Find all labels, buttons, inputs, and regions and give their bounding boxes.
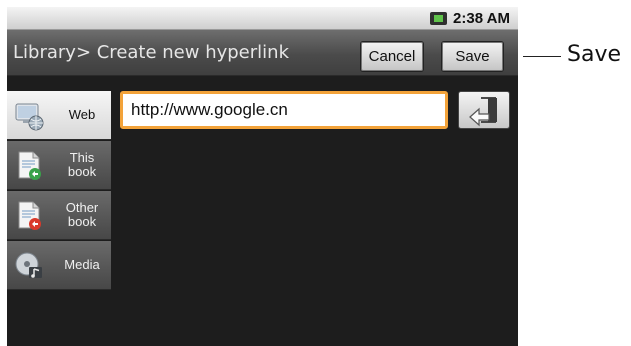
tab-other-book-label: Other book [65, 200, 99, 229]
tab-this-book-label: This book [67, 150, 97, 179]
tab-web[interactable]: Web [7, 91, 111, 140]
tab-other-book[interactable]: Other book [7, 191, 111, 240]
tab-web-label: Web [68, 107, 96, 122]
media-icon [15, 252, 42, 278]
cancel-button[interactable]: Cancel [360, 41, 424, 72]
title-bar: Library> Create new hyperlink Cancel Sav… [7, 30, 518, 76]
callout-label: Save [567, 42, 622, 67]
device-screen: 2:38 AM Library> Create new hyperlink Ca… [7, 7, 518, 346]
url-input[interactable] [120, 91, 448, 129]
page-title: Library> Create new hyperlink [13, 42, 289, 63]
other-book-icon [18, 201, 41, 230]
link-type-tabs: Web This book Other book Media [7, 91, 111, 291]
status-bar: 2:38 AM [7, 7, 518, 30]
battery-icon [430, 11, 448, 25]
link-arrow-icon [469, 97, 497, 127]
save-button[interactable]: Save [441, 41, 504, 72]
status-time: 2:38 AM [453, 9, 510, 27]
callout-line [523, 56, 561, 57]
tab-media[interactable]: Media [7, 241, 111, 290]
this-book-icon [18, 151, 41, 180]
tab-media-label: Media [64, 257, 100, 272]
tab-this-book[interactable]: This book [7, 141, 111, 190]
web-icon [15, 103, 44, 131]
insert-link-button[interactable] [458, 91, 510, 129]
